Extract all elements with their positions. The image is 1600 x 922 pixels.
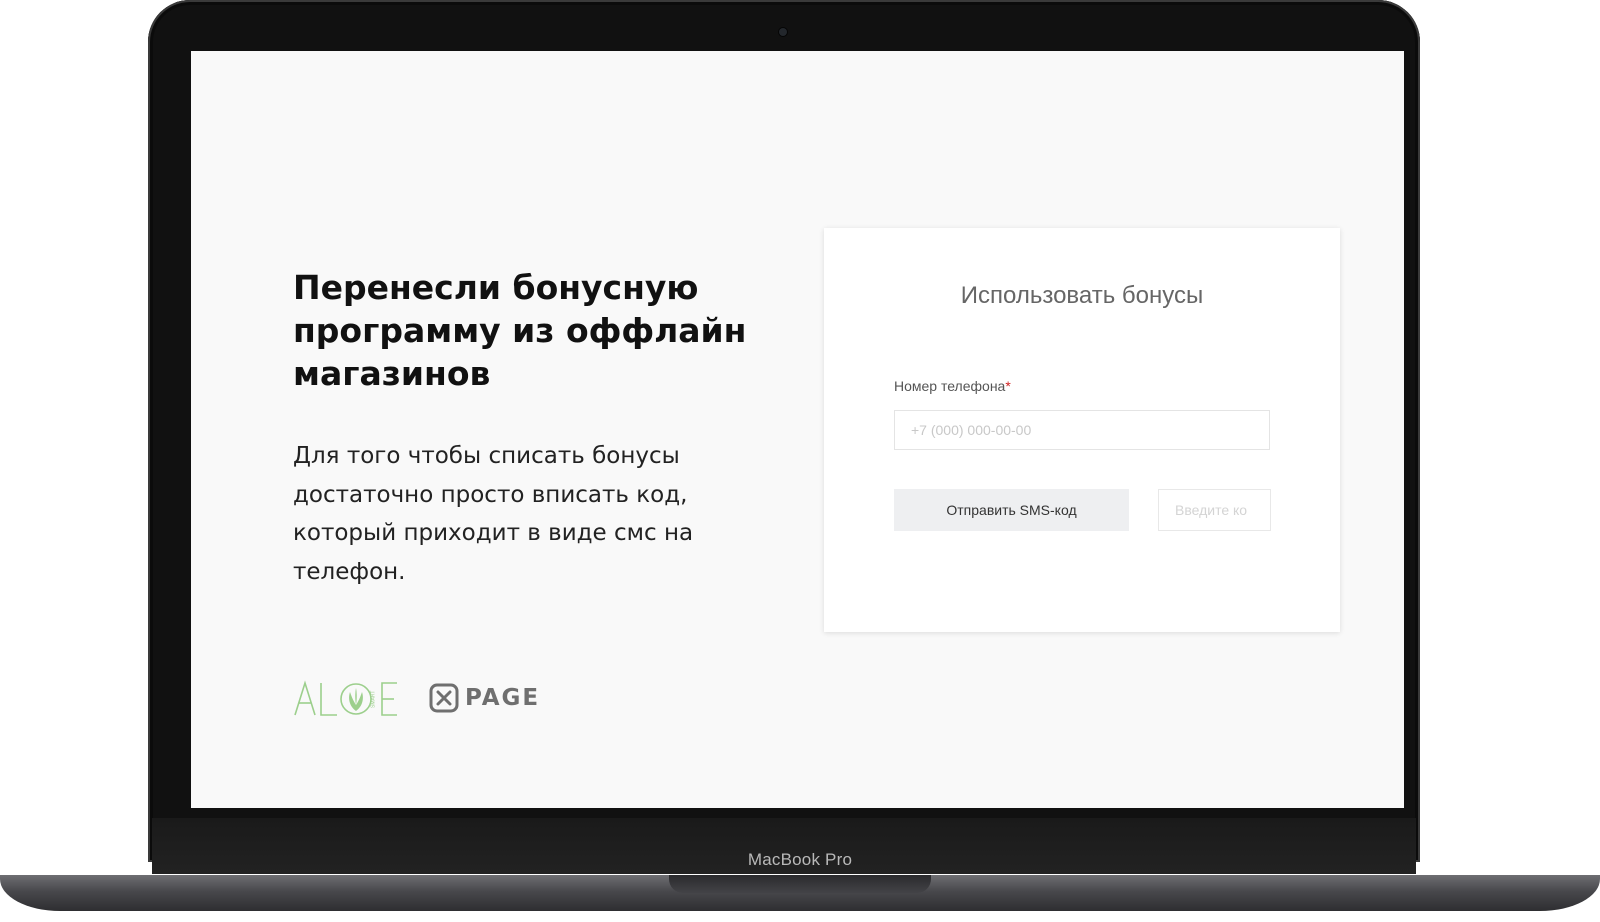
- partner-logos: SMART PAGE: [293, 676, 540, 720]
- bonus-form-card: Использовать бонусы Номер телефона* Отпр…: [824, 228, 1340, 632]
- x-box-icon: [429, 683, 459, 713]
- xpage-logo: PAGE: [429, 683, 540, 713]
- laptop-base-notch: [669, 875, 931, 893]
- aloe-leaf-icon: [349, 688, 363, 711]
- hero-description: Для того чтобы списать бонусы достаточно…: [293, 443, 694, 585]
- send-sms-code-button[interactable]: Отправить SMS-код: [894, 489, 1129, 531]
- aloe-logo: SMART: [294, 680, 397, 716]
- phone-label-text: Номер телефона: [894, 378, 1006, 394]
- laptop-model-label: MacBook Pro: [747, 850, 853, 869]
- screen: Перенесли бонусную программу из оффлайн …: [191, 51, 1404, 808]
- required-mark: *: [1005, 378, 1011, 394]
- phone-field-label: Номер телефона*: [894, 378, 1011, 394]
- aloe-smart-text: SMART: [371, 691, 377, 708]
- camera-icon: [779, 28, 787, 36]
- phone-input[interactable]: [894, 410, 1270, 450]
- xpage-logo-text: PAGE: [465, 685, 541, 711]
- hero-title: Перенесли бонусную программу из оффлайн …: [293, 268, 747, 393]
- form-title: Использовать бонусы: [960, 282, 1204, 309]
- sms-code-input[interactable]: [1158, 489, 1271, 531]
